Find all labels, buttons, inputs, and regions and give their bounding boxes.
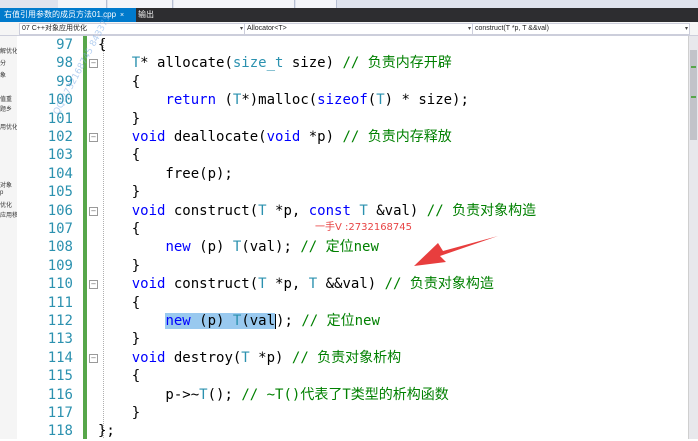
red-arrow-annotation [414,236,498,266]
